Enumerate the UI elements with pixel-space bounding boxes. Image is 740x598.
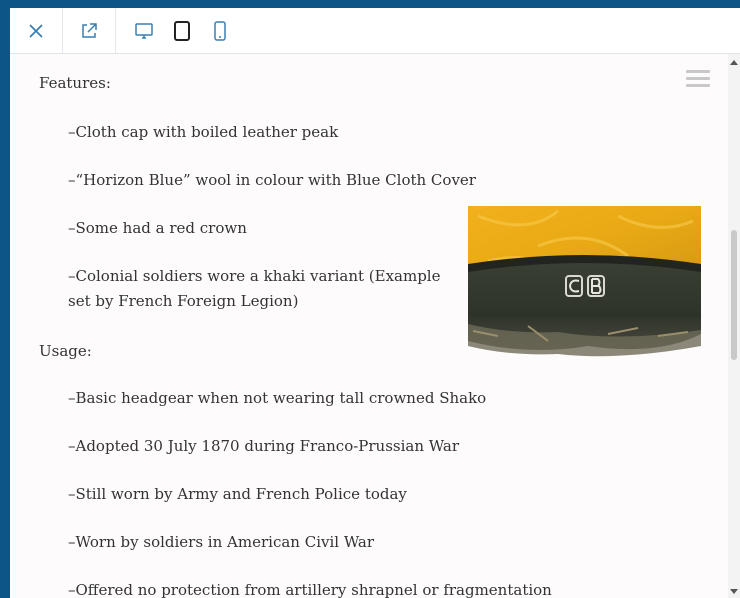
desktop-view-button[interactable]: [132, 19, 156, 43]
mobile-view-button[interactable]: [208, 19, 232, 43]
mobile-icon: [214, 20, 226, 41]
list-item: –Basic headgear when not wearing tall cr…: [68, 389, 487, 407]
list-item: –“Horizon Blue” wool in colour with Blue…: [68, 171, 476, 189]
preview-window: Features: –Cloth cap with boiled leather…: [10, 8, 740, 598]
kepi-hat-photo: [468, 206, 701, 359]
features-heading: Features:: [39, 74, 111, 92]
external-link-icon: [82, 22, 97, 38]
list-item: –Some had a red crown: [68, 219, 247, 237]
desktop-icon: [135, 22, 153, 39]
slide-content: Features: –Cloth cap with boiled leather…: [10, 54, 728, 598]
vertical-scrollbar[interactable]: [728, 54, 740, 598]
list-item: –Offered no protection from artillery sh…: [68, 581, 552, 598]
open-external-button[interactable]: [63, 8, 116, 53]
scroll-thumb[interactable]: [731, 230, 737, 360]
hamburger-menu-icon[interactable]: [686, 70, 710, 90]
scroll-up-icon[interactable]: [730, 60, 738, 65]
tablet-icon: [174, 20, 190, 41]
close-icon: [29, 23, 43, 38]
toolbar: [10, 8, 740, 54]
list-item: –Still worn by Army and French Police to…: [68, 485, 407, 503]
tablet-view-button[interactable]: [170, 19, 194, 43]
scroll-down-icon[interactable]: [730, 589, 738, 594]
list-item: –Colonial soldiers wore a khaki variant …: [68, 267, 441, 310]
list-item: –Worn by soldiers in American Civil War: [68, 533, 375, 551]
usage-heading: Usage:: [39, 342, 92, 360]
list-item: –Adopted 30 July 1870 during Franco-Prus…: [68, 437, 460, 455]
list-item: –Cloth cap with boiled leather peak: [68, 123, 339, 141]
device-switcher: [116, 8, 232, 53]
close-button[interactable]: [10, 8, 63, 53]
